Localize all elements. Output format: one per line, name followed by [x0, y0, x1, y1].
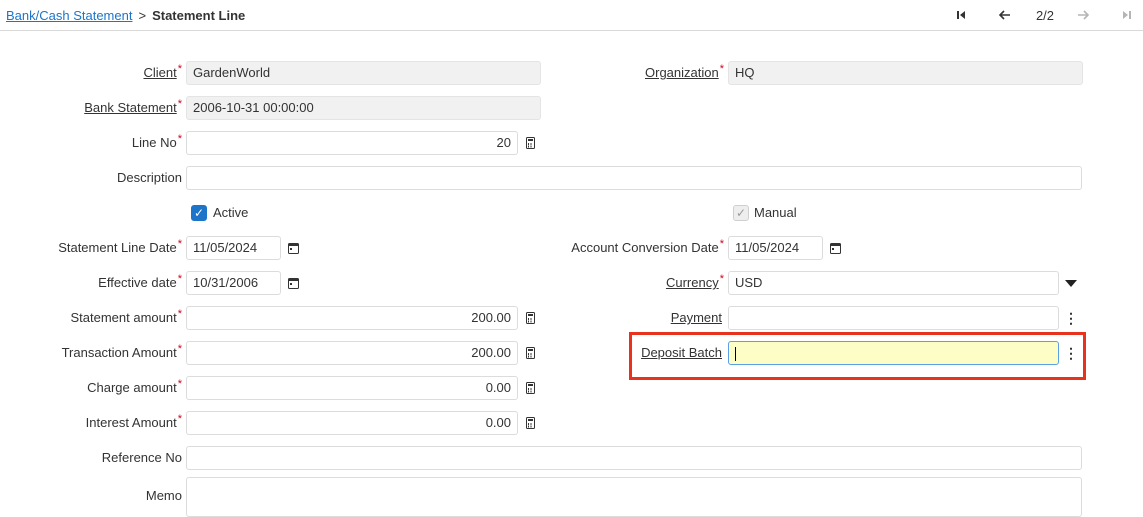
description-input[interactable] — [186, 166, 1082, 190]
calculator-icon — [525, 382, 535, 394]
required-marker: * — [719, 238, 724, 250]
charge-amount-input[interactable]: 0.00 — [186, 376, 518, 400]
next-record-icon — [1078, 10, 1089, 20]
charge-amount-label: Charge amount* — [87, 378, 182, 395]
effective-date-input[interactable]: 10/31/2006 — [186, 271, 281, 295]
previous-record-button[interactable] — [996, 5, 1014, 25]
line-no-label: Line No* — [131, 133, 182, 150]
description-label: Description — [116, 170, 182, 185]
breadcrumb-link-bank-statement[interactable]: Bank/Cash Statement — [6, 8, 132, 23]
breadcrumb-separator: > — [138, 8, 147, 23]
account-conversion-date-label: Account Conversion Date* — [571, 238, 724, 255]
next-record-button[interactable] — [1074, 5, 1092, 25]
last-record-button[interactable] — [1118, 5, 1136, 25]
calculator-icon — [525, 137, 535, 149]
calculator-icon — [525, 347, 535, 359]
active-label: Active — [213, 205, 249, 220]
required-marker: * — [177, 343, 182, 355]
calendar-button[interactable] — [285, 275, 301, 291]
organization-field: HQ — [728, 61, 1083, 85]
calculator-button[interactable] — [522, 415, 538, 431]
account-conversion-date-input[interactable]: 11/05/2024 — [728, 236, 823, 260]
reference-no-input[interactable] — [186, 446, 1082, 470]
effective-date-label: Effective date* — [98, 273, 182, 290]
interest-amount-label: Interest Amount* — [85, 413, 182, 430]
calculator-button[interactable] — [522, 345, 538, 361]
organization-label[interactable]: Organization* — [540, 62, 724, 84]
required-marker: * — [719, 63, 724, 75]
memo-label: Memo — [145, 488, 182, 503]
first-record-button[interactable] — [952, 5, 970, 25]
statement-line-date-input[interactable]: 11/05/2024 — [186, 236, 281, 260]
client-label[interactable]: Client* — [0, 62, 182, 84]
memo-textarea[interactable] — [186, 477, 1082, 517]
calculator-icon — [525, 312, 535, 324]
statement-amount-input[interactable]: 200.00 — [186, 306, 518, 330]
breadcrumb-current: Statement Line — [152, 8, 246, 23]
transaction-amount-label: Transaction Amount* — [61, 343, 182, 360]
required-marker: * — [177, 133, 182, 145]
calendar-icon — [287, 242, 299, 254]
currency-select[interactable]: USD — [728, 271, 1059, 295]
interest-amount-input[interactable]: 0.00 — [186, 411, 518, 435]
required-marker: * — [177, 273, 182, 285]
calculator-button[interactable] — [522, 380, 538, 396]
statement-line-date-label: Statement Line Date* — [58, 238, 182, 255]
payment-label[interactable]: Payment — [540, 307, 722, 329]
bank-statement-field: 2006-10-31 00:00:00 — [186, 96, 541, 120]
required-marker: * — [177, 378, 182, 390]
payment-input[interactable] — [728, 306, 1059, 330]
statement-amount-label: Statement amount* — [70, 308, 182, 325]
required-marker: * — [177, 308, 182, 320]
calculator-button[interactable] — [522, 135, 538, 151]
transaction-amount-input[interactable]: 200.00 — [186, 341, 518, 365]
bank-statement-label[interactable]: Bank Statement* — [0, 97, 182, 119]
required-marker: * — [177, 98, 182, 110]
required-marker: * — [177, 413, 182, 425]
calendar-icon — [829, 242, 841, 254]
calendar-button[interactable] — [827, 240, 843, 256]
calendar-button[interactable] — [285, 240, 301, 256]
calendar-icon — [287, 277, 299, 289]
reference-no-label: Reference No — [101, 450, 182, 465]
more-vertical-icon: ⋮ — [1064, 310, 1078, 326]
payment-menu-button[interactable]: ⋮ — [1063, 310, 1079, 326]
first-record-icon — [957, 11, 965, 19]
line-no-input[interactable]: 20 — [186, 131, 518, 155]
previous-record-icon — [999, 10, 1010, 20]
active-checkbox[interactable]: ✓ — [191, 205, 207, 221]
required-marker: * — [719, 273, 724, 285]
last-record-icon — [1123, 11, 1131, 19]
manual-checkbox[interactable]: ✓ — [733, 205, 749, 221]
client-field: GardenWorld — [186, 61, 541, 85]
currency-label[interactable]: Currency* — [540, 272, 724, 294]
highlight-box — [629, 332, 1086, 380]
record-counter: 2/2 — [1035, 7, 1055, 23]
required-marker: * — [177, 238, 182, 250]
breadcrumb: Bank/Cash Statement > Statement Line — [6, 8, 245, 23]
dropdown-arrow-icon — [1065, 279, 1077, 287]
required-marker: * — [177, 63, 182, 75]
manual-label: Manual — [754, 205, 797, 220]
currency-dropdown-button[interactable] — [1059, 271, 1083, 295]
top-bar: Bank/Cash Statement > Statement Line 2/2 — [0, 0, 1143, 31]
calculator-icon — [525, 417, 535, 429]
calculator-button[interactable] — [522, 310, 538, 326]
